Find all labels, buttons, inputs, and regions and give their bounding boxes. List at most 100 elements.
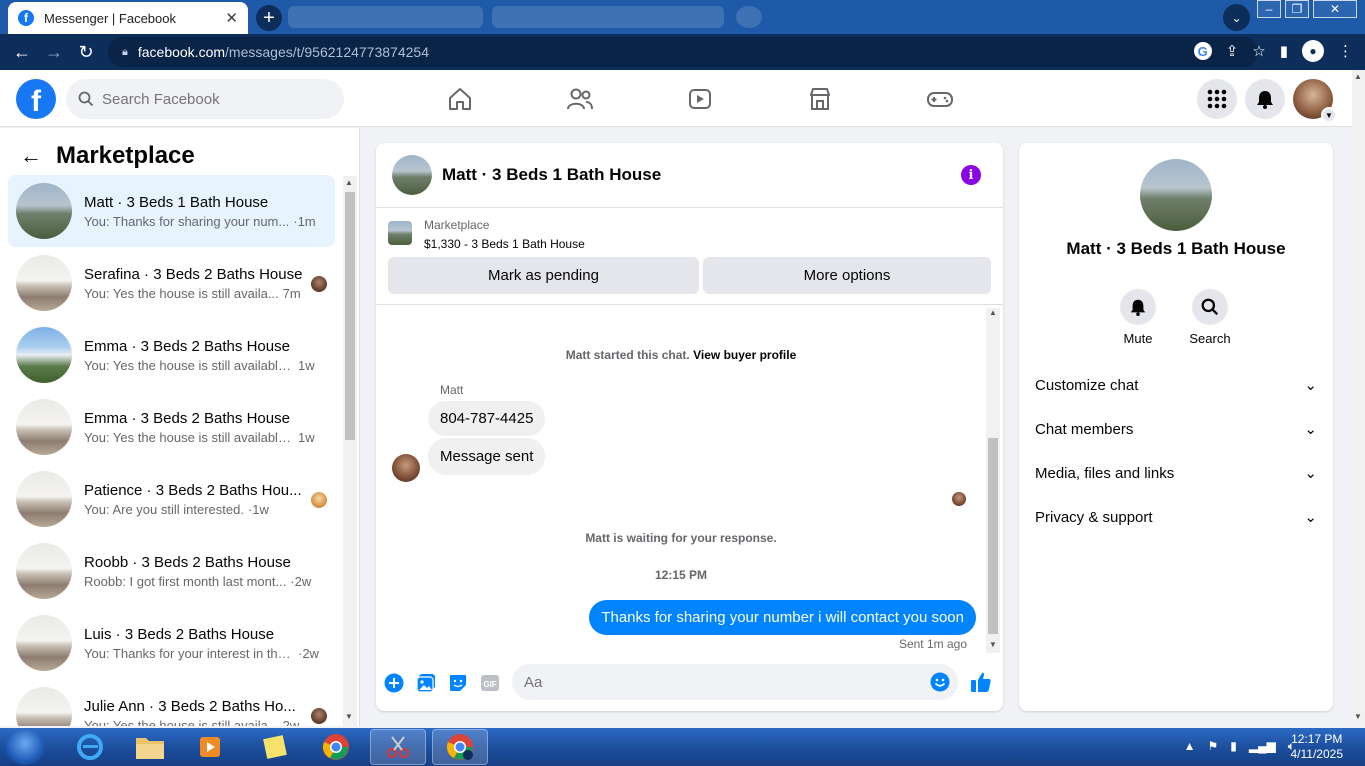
show-hidden-icons-icon[interactable]: ▲ [1184, 739, 1196, 754]
listing-price[interactable]: $1,330 - 3 Beds 1 Bath House [424, 237, 585, 251]
facebook-search-input[interactable] [102, 90, 322, 108]
conversation-item[interactable]: Serafina · 3 Beds 2 Baths House You: Yes … [8, 247, 335, 319]
file-explorer-taskbar-icon[interactable] [122, 729, 178, 765]
scroll-down-arrow-icon[interactable]: ▼ [1354, 712, 1362, 721]
menu-grid-button[interactable] [1197, 79, 1237, 119]
conversation-item[interactable]: Julie Ann · 3 Beds 2 Baths Ho... You: Yes… [8, 679, 335, 726]
search-action[interactable]: Search [1180, 289, 1240, 346]
info-avatar[interactable] [1140, 159, 1212, 231]
side-panel-icon[interactable]: ▮ [1280, 42, 1288, 60]
tab-close-icon[interactable]: ✕ [225, 9, 238, 27]
mark-as-pending-button[interactable]: Mark as pending [388, 257, 699, 294]
url-field[interactable]: 🔒︎ facebook.com/messages/t/9562124773874… [108, 37, 1258, 67]
conversation-item[interactable]: Matt · 3 Beds 1 Bath House You: Thanks fo… [8, 175, 335, 247]
sticky-notes-taskbar-icon[interactable] [246, 729, 302, 765]
conversation-preview-line: You: Thanks for your interest in the... ·… [84, 646, 319, 661]
conversation-name: Julie Ann · 3 Beds 2 Baths Ho... [84, 697, 296, 715]
listing-thumbnail[interactable] [388, 221, 412, 245]
emoji-icon[interactable] [930, 672, 950, 692]
background-tab[interactable] [492, 6, 724, 28]
scroll-up-arrow-icon[interactable]: ▲ [989, 308, 997, 317]
close-window-button[interactable]: ✕ [1313, 0, 1357, 18]
scrollbar-thumb[interactable] [988, 438, 998, 634]
home-nav-button[interactable] [400, 82, 520, 116]
like-button[interactable] [970, 671, 992, 693]
battery-icon[interactable]: ▮ [1230, 739, 1237, 754]
scroll-down-arrow-icon[interactable]: ▼ [989, 640, 997, 649]
sender-avatar[interactable] [392, 454, 420, 482]
system-clock[interactable]: 12:17 PM 4/11/2025 [1291, 732, 1344, 762]
action-center-flag-icon[interactable]: ⚑ [1207, 739, 1218, 754]
marketplace-nav-button[interactable] [760, 82, 880, 116]
reload-icon[interactable]: ↻ [70, 42, 102, 63]
watch-nav-button[interactable] [640, 82, 760, 116]
chat-title[interactable]: Matt · 3 Beds 1 Bath House [442, 165, 661, 185]
chat-scrollbar[interactable]: ▲ ▼ [986, 308, 1000, 653]
media-files-links-row[interactable]: Media, files and links ⌄ [1035, 455, 1317, 491]
background-tab[interactable] [736, 6, 762, 28]
google-icon[interactable]: G [1193, 42, 1212, 60]
view-buyer-profile-link[interactable]: View buyer profile [693, 348, 796, 362]
account-avatar[interactable]: ▼ [1293, 79, 1337, 123]
outgoing-message[interactable]: Thanks for sharing your number i will co… [589, 600, 976, 635]
conversation-name: Emma · 3 Beds 2 Baths House [84, 409, 290, 427]
conversation-item[interactable]: Patience · 3 Beds 2 Baths Hou... You: Are… [8, 463, 335, 535]
chat-avatar[interactable] [392, 155, 432, 195]
customize-chat-row[interactable]: Customize chat ⌄ [1035, 367, 1317, 403]
incoming-message[interactable]: 804-787-4425 [428, 401, 546, 436]
scrollbar-thumb[interactable] [345, 192, 355, 440]
scroll-up-arrow-icon[interactable]: ▲ [1354, 72, 1362, 81]
share-icon[interactable]: ⇪ [1226, 42, 1239, 60]
back-arrow-icon[interactable]: ← [20, 143, 42, 169]
chrome-taskbar-icon[interactable] [308, 729, 364, 765]
conversation-text: Emma · 3 Beds 2 Baths House You: Yes the … [84, 410, 319, 445]
new-tab-button[interactable]: + [256, 5, 282, 31]
friends-nav-button[interactable] [520, 82, 640, 116]
more-options-button[interactable]: More options [703, 257, 991, 294]
restore-button[interactable]: ❐ [1285, 0, 1309, 18]
scroll-up-arrow-icon[interactable]: ▲ [345, 178, 353, 187]
page-scrollbar[interactable]: ▲ ▼ [1352, 70, 1365, 726]
conversation-item[interactable]: Luis · 3 Beds 2 Baths House You: Thanks f… [8, 607, 335, 679]
add-more-button[interactable] [384, 673, 404, 693]
conversation-preview-line: You: Are you still interested. ·1w [84, 502, 319, 517]
gif-button[interactable]: GIF [480, 673, 500, 693]
info-icon[interactable]: i [961, 165, 981, 185]
menu-kebab-icon[interactable]: ⋮ [1338, 42, 1353, 60]
profile-icon[interactable]: ● [1302, 40, 1324, 62]
sticker-button[interactable] [448, 673, 468, 693]
tab-search-chevron-icon[interactable]: ⌄ [1223, 4, 1250, 31]
internet-explorer-taskbar-icon[interactable] [62, 729, 118, 765]
privacy-support-row[interactable]: Privacy & support ⌄ [1035, 499, 1317, 535]
incoming-message[interactable]: Message sent [428, 438, 546, 475]
gaming-nav-button[interactable] [880, 82, 1000, 116]
facebook-search-box[interactable] [66, 79, 344, 119]
gamepad-icon [927, 92, 953, 107]
sidebar-scrollbar[interactable]: ▲ ▼ [343, 176, 357, 726]
network-signal-icon[interactable]: ▂▄▆ [1249, 739, 1276, 754]
snipping-tool-taskbar-icon[interactable] [370, 729, 426, 765]
chat-members-row[interactable]: Chat members ⌄ [1035, 411, 1317, 447]
conversation-item[interactable]: Emma · 3 Beds 2 Baths House You: Yes the … [8, 391, 335, 463]
conversation-item[interactable]: Emma · 3 Beds 2 Baths House You: Yes the … [8, 319, 335, 391]
minimize-button[interactable]: – [1257, 0, 1281, 18]
forward-arrow-icon[interactable]: → [38, 42, 70, 63]
scroll-down-arrow-icon[interactable]: ▼ [345, 712, 353, 721]
attach-photo-button[interactable] [416, 673, 436, 693]
facebook-logo-icon[interactable]: f [16, 79, 56, 119]
conversation-item[interactable]: Roobb · 3 Beds 2 Baths House Roobb: I got… [8, 535, 335, 607]
back-arrow-icon[interactable]: ← [6, 42, 38, 63]
chrome-profile-taskbar-icon[interactable] [432, 729, 488, 765]
media-player-taskbar-icon[interactable] [182, 729, 238, 765]
mute-action[interactable]: Mute [1108, 289, 1168, 346]
message-input[interactable] [524, 673, 904, 691]
browser-tab-messenger[interactable]: f Messenger | Facebook ✕ [8, 2, 248, 34]
chrome-icon [322, 734, 349, 760]
search-conversation-button[interactable] [1192, 289, 1228, 325]
message-input-box[interactable] [512, 664, 958, 700]
mute-button[interactable] [1120, 289, 1156, 325]
background-tab[interactable] [288, 6, 483, 28]
bookmark-star-icon[interactable]: ☆ [1252, 42, 1265, 60]
notifications-button[interactable] [1245, 79, 1285, 119]
windows-start-button[interactable] [5, 729, 45, 765]
